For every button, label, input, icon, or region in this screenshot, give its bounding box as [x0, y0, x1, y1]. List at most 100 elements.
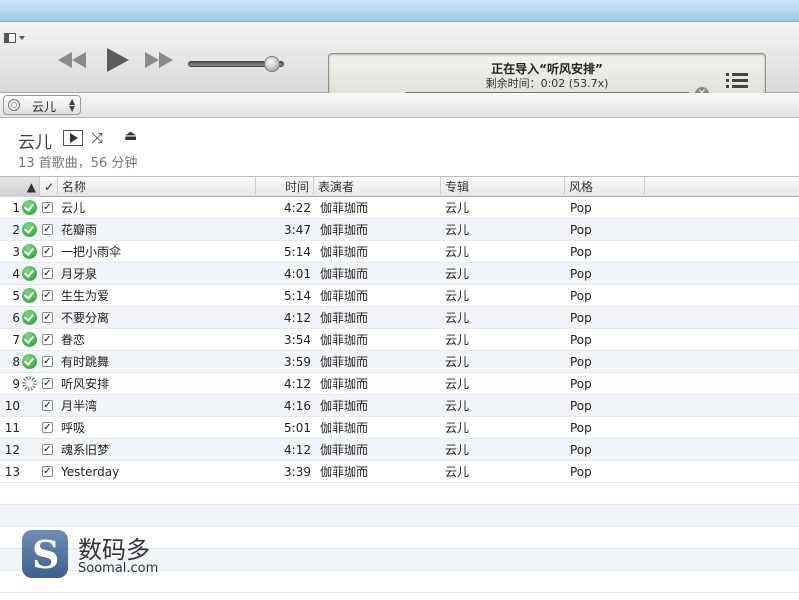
table-row[interactable]: 2 ✓ 花瓣雨 3:47 伽菲珈而 云儿 Pop: [0, 219, 799, 241]
checkbox-icon: ✓: [42, 378, 53, 389]
imported-check-icon: [22, 288, 37, 303]
miniplayer-toggle-button[interactable]: [4, 31, 26, 45]
track-checkbox[interactable]: ✓: [42, 241, 56, 263]
track-artist: 伽菲珈而: [320, 399, 369, 413]
track-name: Yesterday: [61, 465, 120, 479]
track-name: 眷恋: [61, 333, 86, 347]
track-artist: 伽菲珈而: [320, 201, 369, 215]
column-album[interactable]: 专辑: [441, 177, 565, 197]
track-album: 云儿: [445, 333, 470, 347]
table-row[interactable]: 13 ✓ Yesterday 3:39 伽菲珈而 云儿 Pop: [0, 461, 799, 483]
track-checkbox[interactable]: ✓: [42, 285, 56, 307]
chevron-down-icon: [19, 36, 25, 40]
import-status: [22, 241, 38, 263]
track-checkbox[interactable]: ✓: [42, 329, 56, 351]
fast-forward-button[interactable]: [145, 52, 173, 68]
track-album: 云儿: [445, 267, 470, 281]
track-genre: Pop: [570, 443, 592, 457]
table-row[interactable]: 4 ✓ 月牙泉 4:01 伽菲珈而 云儿 Pop: [0, 263, 799, 285]
track-artist: 伽菲珈而: [320, 223, 369, 237]
album-play-button[interactable]: [63, 130, 83, 146]
track-name: 月牙泉: [61, 267, 98, 281]
table-row[interactable]: 3 ✓ 一把小雨伞 5:14 伽菲珈而 云儿 Pop: [0, 241, 799, 263]
sidebar-icon: [4, 33, 16, 43]
track-album: 云儿: [445, 355, 470, 369]
track-number: 2: [12, 223, 20, 237]
track-artist: 伽菲珈而: [320, 289, 369, 303]
play-button[interactable]: [103, 46, 131, 74]
track-name: 月半湾: [61, 399, 98, 413]
table-body: 1 ✓ 云儿 4:22 伽菲珈而 云儿 Pop 2 ✓ 花瓣雨 3:47 伽菲珈而 云儿 Pop 3 ✓ 一把小…: [0, 197, 799, 483]
imported-check-icon: [22, 244, 37, 259]
track-artist: 伽菲珈而: [320, 465, 369, 479]
up-next-list-button[interactable]: [726, 72, 748, 90]
source-bar: 云儿 ▲ ▼: [0, 93, 799, 118]
table-row[interactable]: 6 ✓ 不要分离 4:12 伽菲珈而 云儿 Pop: [0, 307, 799, 329]
column-artist[interactable]: 表演者: [314, 177, 441, 197]
cd-icon: [8, 99, 20, 111]
track-name: 一把小雨伞: [61, 245, 122, 259]
track-checkbox[interactable]: ✓: [42, 263, 56, 285]
track-time: 4:12: [284, 311, 311, 325]
imported-check-icon: [22, 310, 37, 325]
track-name: 呼吸: [61, 421, 86, 435]
soomal-watermark: S 数码多 Soomal.com: [22, 530, 172, 580]
track-time: 5:01: [284, 421, 311, 435]
table-row[interactable]: 9 ✓ 听风安排 4:12 伽菲珈而 云儿 Pop: [0, 373, 799, 395]
table-row[interactable]: 5 ✓ 生生为爱 5:14 伽菲珈而 云儿 Pop: [0, 285, 799, 307]
track-checkbox[interactable]: ✓: [42, 395, 56, 417]
import-status: [22, 373, 38, 395]
track-checkbox[interactable]: ✓: [42, 197, 56, 219]
sort-number-column[interactable]: ▲: [0, 177, 40, 197]
eject-button[interactable]: ⏏: [124, 128, 137, 144]
shuffle-button[interactable]: ⤨: [91, 129, 103, 147]
column-name[interactable]: 名称: [58, 177, 256, 197]
column-genre[interactable]: 风格: [565, 177, 645, 197]
track-genre: Pop: [570, 333, 592, 347]
track-album: 云儿: [445, 465, 470, 479]
table-row[interactable]: 11 ✓ 呼吸 5:01 伽菲珈而 云儿 Pop: [0, 417, 799, 439]
track-name: 听风安排: [61, 377, 110, 391]
track-checkbox[interactable]: ✓: [42, 219, 56, 241]
track-number: 5: [12, 289, 20, 303]
watermark-en: Soomal.com: [78, 561, 159, 576]
volume-slider[interactable]: [188, 56, 290, 72]
track-genre: Pop: [570, 223, 592, 237]
source-selector[interactable]: 云儿 ▲ ▼: [3, 95, 81, 115]
import-status: [22, 395, 38, 417]
import-status: [22, 263, 38, 285]
column-time[interactable]: 时间: [256, 177, 314, 197]
track-checkbox[interactable]: ✓: [42, 417, 56, 439]
table-row[interactable]: 12 ✓ 魂系旧梦 4:12 伽菲珈而 云儿 Pop: [0, 439, 799, 461]
checkbox-icon: ✓: [42, 246, 53, 257]
source-label: 云儿: [32, 100, 57, 114]
table-row[interactable]: 7 ✓ 眷恋 3:54 伽菲珈而 云儿 Pop: [0, 329, 799, 351]
track-album: 云儿: [445, 201, 470, 215]
track-number: 9: [12, 377, 20, 391]
column-check[interactable]: ✓: [40, 177, 58, 197]
track-name: 云儿: [61, 201, 86, 215]
track-checkbox[interactable]: ✓: [42, 373, 56, 395]
track-checkbox[interactable]: ✓: [42, 351, 56, 373]
track-time: 3:54: [284, 333, 311, 347]
import-status: [22, 197, 38, 219]
rewind-button[interactable]: [58, 52, 86, 68]
import-status: [22, 439, 38, 461]
table-row[interactable]: 10 ✓ 月半湾 4:16 伽菲珈而 云儿 Pop: [0, 395, 799, 417]
track-time: 3:47: [284, 223, 311, 237]
track-checkbox[interactable]: ✓: [42, 461, 56, 483]
album-header: 云儿 ⤨ ⏏ 13 首歌曲，56 分钟: [0, 119, 799, 175]
track-genre: Pop: [570, 201, 592, 215]
window-title-bar: [0, 0, 799, 22]
volume-knob[interactable]: [264, 56, 281, 72]
checkbox-icon: ✓: [42, 356, 53, 367]
checkbox-icon: ✓: [42, 224, 53, 235]
import-status: [22, 461, 38, 483]
table-row[interactable]: 8 ✓ 有时跳舞 3:59 伽菲珈而 云儿 Pop: [0, 351, 799, 373]
track-number: 6: [12, 311, 20, 325]
track-checkbox[interactable]: ✓: [42, 439, 56, 461]
track-checkbox[interactable]: ✓: [42, 307, 56, 329]
track-album: 云儿: [445, 399, 470, 413]
table-row[interactable]: 1 ✓ 云儿 4:22 伽菲珈而 云儿 Pop: [0, 197, 799, 219]
track-number: 8: [12, 355, 20, 369]
